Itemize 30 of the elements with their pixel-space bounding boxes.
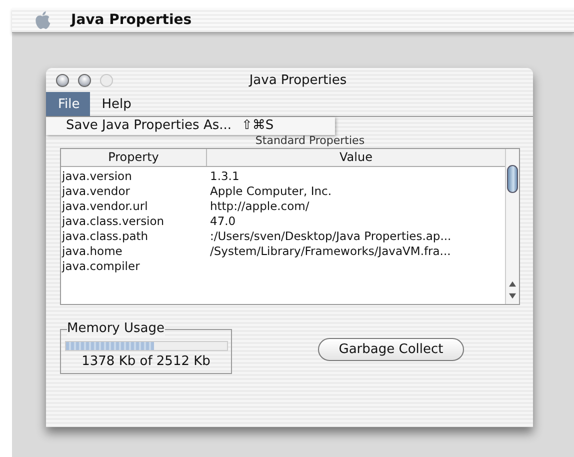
table-cell-text: 1.3.1 (209, 169, 240, 184)
column-header[interactable]: Value (207, 149, 505, 166)
table-cell-text: java.home (61, 244, 124, 259)
tab-label: Standard Properties (255, 134, 365, 147)
table-cell-text: :/Users/sven/Desktop/Java Properties.ap... (209, 229, 452, 244)
scroll-up-icon[interactable] (509, 281, 516, 287)
memory-reading: 1378 Kb of 2512 Kb (82, 354, 210, 369)
minimize-button[interactable] (78, 74, 91, 86)
table-cell-text: Apple Computer, Inc. (209, 184, 332, 199)
table-cell-text: /System/Library/Frameworks/JavaVM.fra... (209, 244, 451, 259)
scroll-thumb[interactable] (507, 165, 518, 193)
menu-item[interactable]: File (46, 92, 90, 116)
garbage-collect-button[interactable]: Garbage Collect (318, 338, 464, 361)
table-cell-text: java.class.version (61, 214, 166, 229)
scrollbar[interactable] (505, 149, 519, 304)
table-cell-text: java.class.path (61, 229, 150, 244)
column-header[interactable]: Property (61, 149, 207, 166)
group-title: Memory Usage (67, 321, 165, 336)
table-cell-text: java.version (61, 169, 133, 184)
menu-item[interactable]: Help (90, 92, 142, 116)
window-title: Java Properties (249, 72, 348, 88)
table-cell-text: 47.0 (209, 214, 236, 229)
menu-entry[interactable]: Save Java Properties As... ⇧⌘S (46, 117, 335, 135)
table-cell-text: java.vendor.url (61, 199, 149, 214)
table-cell-text: http://apple.com/ (209, 199, 310, 214)
scroll-down-icon[interactable] (509, 293, 516, 299)
table-cell-text: java.compiler (61, 259, 141, 274)
app-name[interactable]: Java Properties (71, 12, 192, 28)
table-cell-text: java.vendor (61, 184, 131, 199)
close-button[interactable] (56, 74, 69, 86)
